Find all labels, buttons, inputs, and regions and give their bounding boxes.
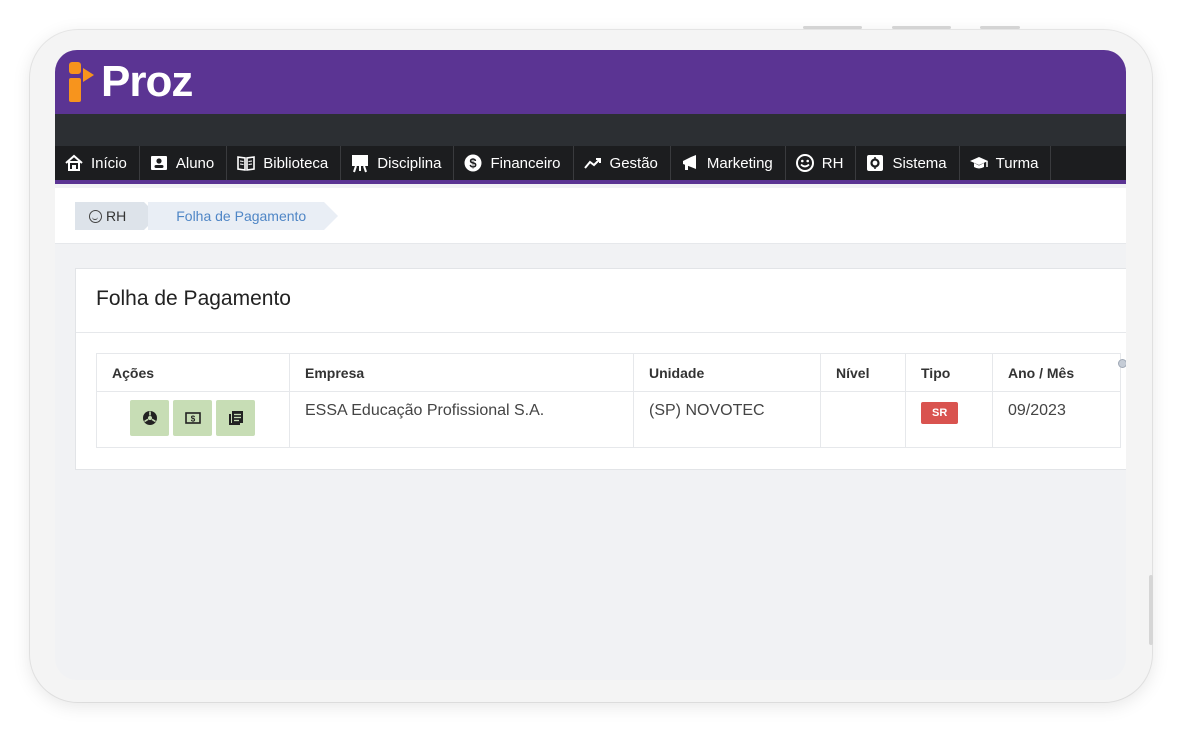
main-navigation: Início Aluno Biblioteca Disciplina $ Fin… xyxy=(55,146,1126,184)
page-title: Folha de Pagamento xyxy=(96,287,291,310)
id-card-icon xyxy=(148,153,170,173)
row-actions: $ xyxy=(130,400,274,436)
easel-icon xyxy=(349,153,371,173)
col-header-nivel[interactable]: Nível xyxy=(820,353,906,392)
nav-label: Financeiro xyxy=(490,154,561,172)
nav-item-financeiro[interactable]: $ Financeiro xyxy=(454,146,574,180)
dollar-circle-icon: $ xyxy=(462,153,484,173)
home-icon xyxy=(63,153,85,173)
logo-text: Proz xyxy=(101,57,193,106)
nav-label: Biblioteca xyxy=(263,154,329,172)
col-header-acoes[interactable]: Ações xyxy=(96,353,290,392)
nav-label: Gestão xyxy=(609,154,658,172)
col-header-empresa[interactable]: Empresa xyxy=(289,353,634,392)
cell-tipo: SR xyxy=(905,391,993,448)
open-book-icon xyxy=(235,153,257,173)
brand-header: Proz xyxy=(55,50,1126,114)
breadcrumb-bar: RH Folha de Pagamento xyxy=(55,188,1126,244)
top-strip xyxy=(55,114,1126,146)
breadcrumb-rh-label: RH xyxy=(106,208,127,224)
app-screen: Proz Início Aluno Biblioteca Disciplina … xyxy=(55,50,1126,680)
svg-text:$: $ xyxy=(470,156,478,171)
breadcrumb-current: Folha de Pagamento xyxy=(148,202,339,230)
col-header-unidade[interactable]: Unidade xyxy=(633,353,821,392)
documents-icon xyxy=(228,411,243,425)
col-header-ano-mes[interactable]: Ano / Mês xyxy=(992,353,1121,392)
biohazard-action-button[interactable] xyxy=(130,400,169,436)
cell-unidade: (SP) NOVOTEC xyxy=(633,391,821,448)
table-row: $ ESSA Educação Profissional S.A. (SP) N… xyxy=(96,391,1121,448)
panel-divider xyxy=(76,332,1126,333)
status-badge: SR xyxy=(921,402,959,424)
nav-item-aluno[interactable]: Aluno xyxy=(140,146,228,180)
nav-label: Sistema xyxy=(892,154,947,172)
biohazard-icon xyxy=(142,411,157,425)
nav-label: RH xyxy=(821,154,844,172)
table-header-row: Ações Empresa Unidade Nível Tipo Ano / M… xyxy=(96,353,1121,392)
nav-label: Início xyxy=(91,154,127,172)
smiley-icon xyxy=(89,209,102,223)
money-action-button[interactable]: $ xyxy=(173,400,212,436)
nav-label: Marketing xyxy=(706,154,773,172)
nav-item-marketing[interactable]: Marketing xyxy=(671,146,786,180)
proz-logo-mark xyxy=(67,60,97,104)
breadcrumb: RH Folha de Pagamento xyxy=(75,202,339,230)
nav-item-turma[interactable]: Turma xyxy=(960,146,1052,180)
payroll-table: Ações Empresa Unidade Nível Tipo Ano / M… xyxy=(96,353,1121,448)
nav-item-rh[interactable]: RH xyxy=(786,146,857,180)
gear-box-icon xyxy=(864,153,886,173)
scroll-indicator[interactable] xyxy=(1118,359,1126,368)
nav-item-gestao[interactable]: Gestão xyxy=(574,146,671,180)
trending-up-icon xyxy=(582,153,604,173)
svg-text:$: $ xyxy=(190,415,195,424)
smiley-icon xyxy=(794,153,816,173)
nav-item-sistema[interactable]: Sistema xyxy=(856,146,960,180)
cell-nivel xyxy=(820,391,906,448)
breadcrumb-current-label: Folha de Pagamento xyxy=(176,208,307,224)
money-icon: $ xyxy=(184,412,201,424)
cell-empresa: ESSA Educação Profissional S.A. xyxy=(289,391,634,448)
nav-item-inicio[interactable]: Início xyxy=(55,146,140,180)
nav-item-disciplina[interactable]: Disciplina xyxy=(341,146,455,180)
nav-label: Turma xyxy=(995,154,1039,172)
megaphone-icon xyxy=(679,153,701,173)
documents-action-button[interactable] xyxy=(216,400,255,436)
nav-label: Aluno xyxy=(175,154,215,172)
device-side-button xyxy=(1149,575,1153,645)
breadcrumb-rh[interactable]: RH xyxy=(75,202,159,230)
payroll-panel: Folha de Pagamento Ações Empresa Unidade… xyxy=(75,268,1126,470)
nav-label: Disciplina xyxy=(377,154,442,172)
cell-ano-mes: 09/2023 xyxy=(992,391,1121,448)
cell-acoes: $ xyxy=(96,391,290,448)
nav-item-biblioteca[interactable]: Biblioteca xyxy=(227,146,342,180)
col-header-tipo[interactable]: Tipo xyxy=(905,353,993,392)
graduation-cap-icon xyxy=(968,153,990,173)
proz-logo[interactable]: Proz xyxy=(67,57,193,106)
